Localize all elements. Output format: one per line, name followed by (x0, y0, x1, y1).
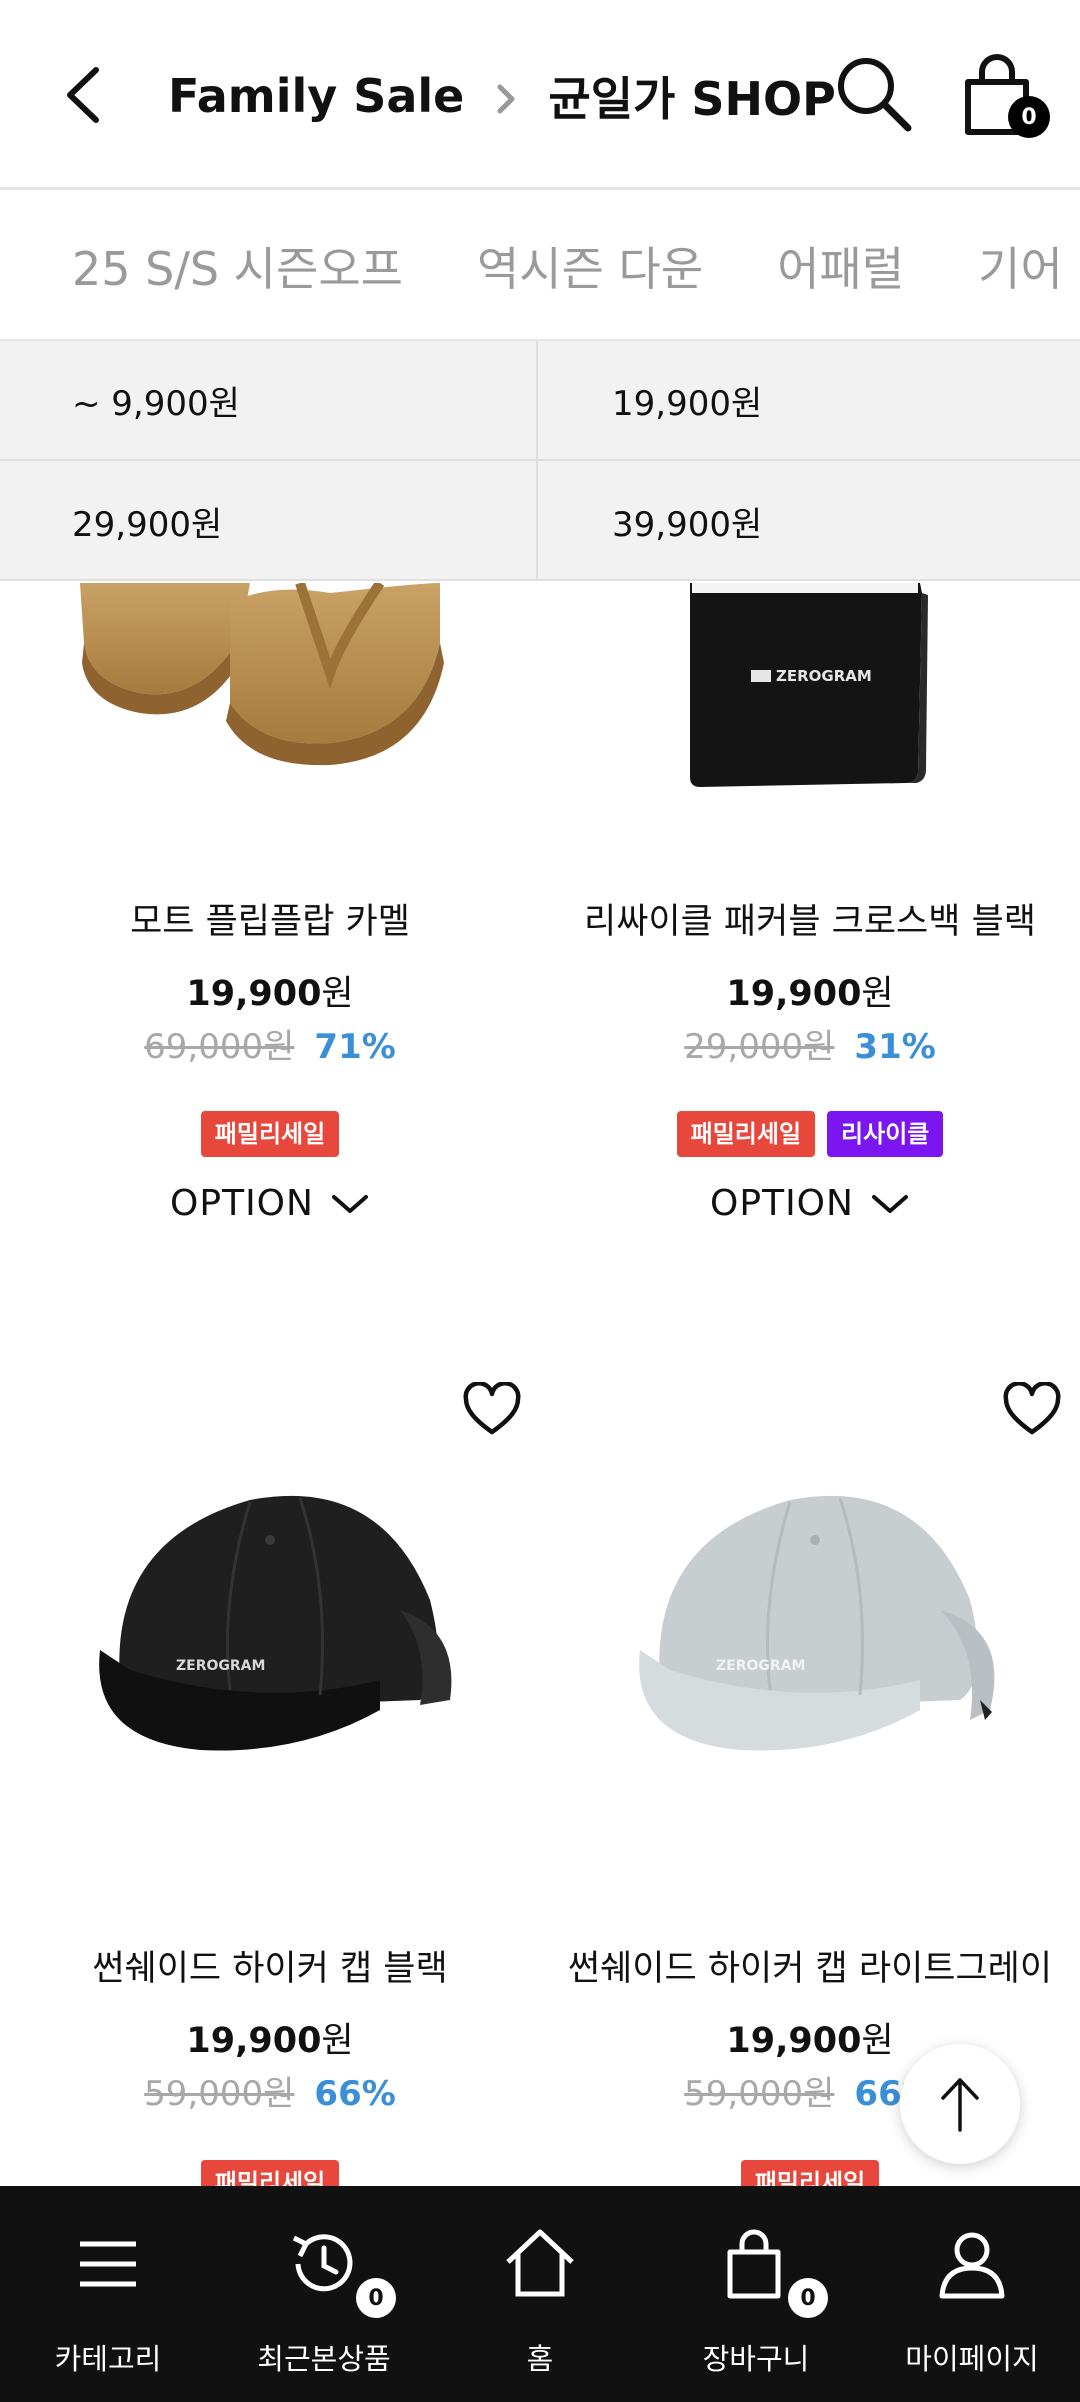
product-price: 19,900원 (0, 2012, 540, 2063)
price-original-row: 69,000원 71% (0, 1019, 540, 1068)
tab-season-off[interactable]: 25 S/S 시즌오프 (72, 233, 403, 299)
cap-black-image[interactable]: ZEROGRAM (0, 1480, 540, 1780)
cap-logo-text: ZEROGRAM (176, 1658, 265, 1674)
price-value: 19,900 (726, 2021, 862, 2061)
cap-lightgray-image[interactable]: ZEROGRAM (540, 1480, 1080, 1780)
option-label: OPTION (710, 1183, 854, 1224)
scroll-to-top-button[interactable] (900, 2044, 1020, 2164)
wishlist-heart-icon[interactable] (1002, 1381, 1062, 1438)
wishlist-heart-icon[interactable] (462, 1381, 522, 1438)
home-icon (506, 2229, 574, 2297)
breadcrumb-current: 균일가 SHOP (548, 72, 836, 126)
flip-flop-sandal-image[interactable] (0, 583, 540, 783)
bottom-navigation: 카테고리 0 최근본상품 홈 0 장바구니 마이페이지 (0, 2186, 1080, 2402)
tag-list: 패밀리세일 리사이클 (540, 1111, 1080, 1157)
product-price: 19,900원 (0, 965, 540, 1016)
price-currency: 원 (861, 974, 894, 1014)
discount-rate: 71% (314, 1027, 396, 1067)
top-header: Family Sale 균일가 SHOP 0 (0, 0, 1080, 190)
user-icon (939, 2232, 1005, 2299)
price-currency: 원 (321, 974, 354, 1014)
tab-reverse-season-down[interactable]: 역시즌 다운 (477, 233, 703, 299)
product-card[interactable]: ZEROGRAM 리싸이클 패커블 크로스백 블랙 19,900원 29,000… (540, 583, 1080, 1243)
product-name[interactable]: 썬쉐이드 하이커 캡 블랙 (0, 1940, 540, 1991)
price-original-row: 29,000원 31% (540, 1019, 1080, 1068)
recent-count-badge: 0 (356, 2278, 396, 2318)
nav-category[interactable]: 카테고리 (0, 2186, 216, 2402)
page-title: Family Sale 균일가 SHOP (168, 64, 836, 128)
price-original-row: 59,000원 66% (0, 2066, 540, 2115)
price-filter-29900[interactable]: 29,900원 (0, 461, 538, 581)
price-value: 19,900 (186, 2021, 322, 2061)
breadcrumb-parent[interactable]: Family Sale (168, 69, 464, 123)
option-dropdown[interactable]: OPTION (0, 1183, 540, 1224)
original-price: 59,000원 (144, 2074, 295, 2114)
tag-family-sale: 패밀리세일 (200, 1111, 340, 1157)
price-currency: 원 (321, 2021, 354, 2061)
bag-logo-text: ZEROGRAM (776, 667, 872, 685)
cart-button[interactable]: 0 (958, 52, 1050, 144)
price-filter-grid: ~ 9,900원 19,900원 29,900원 39,900원 (0, 341, 1080, 581)
original-price: 69,000원 (144, 1027, 295, 1067)
discount-rate: 31% (854, 1027, 936, 1067)
chevron-right-icon (478, 76, 534, 116)
price-filter-39900[interactable]: 39,900원 (538, 461, 1080, 581)
option-dropdown[interactable]: OPTION (540, 1183, 1080, 1224)
product-name[interactable]: 리싸이클 패커블 크로스백 블랙 (540, 893, 1080, 944)
nav-label: 장바구니 (702, 2342, 810, 2376)
menu-icon (80, 2241, 136, 2287)
nav-label: 최근본상품 (257, 2342, 391, 2376)
chevron-down-icon (331, 1194, 368, 1213)
nav-label: 카테고리 (54, 2342, 162, 2376)
nav-home[interactable]: 홈 (432, 2186, 648, 2402)
product-price: 19,900원 (540, 965, 1080, 1016)
crossbag-image[interactable]: ZEROGRAM (540, 583, 1080, 803)
discount-rate: 66% (314, 2074, 396, 2114)
price-value: 19,900 (726, 974, 862, 1014)
product-name[interactable]: 모트 플립플랍 카멜 (0, 893, 540, 944)
history-icon (292, 2234, 353, 2292)
original-price: 29,000원 (684, 1027, 835, 1067)
bag-icon (727, 2229, 781, 2299)
price-filter-19900[interactable]: 19,900원 (538, 341, 1080, 461)
tag-family-sale: 패밀리세일 (676, 1111, 816, 1157)
product-name[interactable]: 썬쉐이드 하이커 캡 라이트그레이 (540, 1940, 1080, 1991)
product-card[interactable]: 모트 플립플랍 카멜 19,900원 69,000원 71% 패밀리세일 OPTI… (0, 583, 540, 1243)
back-arrow-icon[interactable] (52, 58, 122, 132)
cart-count-badge: 0 (788, 2278, 828, 2318)
tag-list: 패밀리세일 (0, 1111, 540, 1157)
nav-label: 홈 (526, 2342, 554, 2376)
chevron-down-icon (871, 1194, 908, 1213)
product-card[interactable]: ZEROGRAM 썬쉐이드 하이커 캡 블랙 19,900원 59,000원 66… (0, 1370, 540, 2206)
category-tabs: 25 S/S 시즌오프 역시즌 다운 어패럴 기어 (0, 193, 1080, 341)
price-value: 19,900 (186, 974, 322, 1014)
tab-gear[interactable]: 기어 (978, 233, 1063, 299)
price-currency: 원 (861, 2021, 894, 2061)
nav-label: 마이페이지 (905, 2342, 1039, 2376)
nav-cart[interactable]: 0 장바구니 (648, 2186, 864, 2402)
tab-apparel[interactable]: 어패럴 (777, 233, 904, 299)
nav-mypage[interactable]: 마이페이지 (864, 2186, 1080, 2402)
nav-recent[interactable]: 0 최근본상품 (216, 2186, 432, 2402)
arrow-up-icon (941, 2078, 979, 2132)
tag-recycle: 리사이클 (827, 1111, 944, 1157)
original-price: 59,000원 (684, 2074, 835, 2114)
product-price: 19,900원 (540, 2012, 1080, 2063)
price-filter-9900[interactable]: ~ 9,900원 (0, 341, 538, 461)
option-label: OPTION (170, 1183, 314, 1224)
cart-count-badge: 0 (1008, 96, 1050, 138)
cap-logo-text: ZEROGRAM (716, 1658, 805, 1674)
search-icon[interactable] (832, 52, 916, 136)
